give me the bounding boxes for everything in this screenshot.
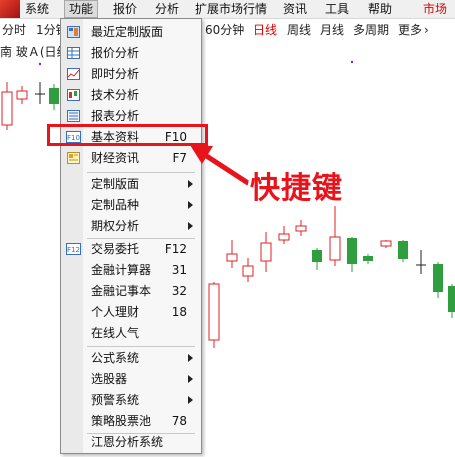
- shortcut-callout: 快捷键: [250, 171, 343, 206]
- annotation-arrow-icon: [190, 145, 251, 186]
